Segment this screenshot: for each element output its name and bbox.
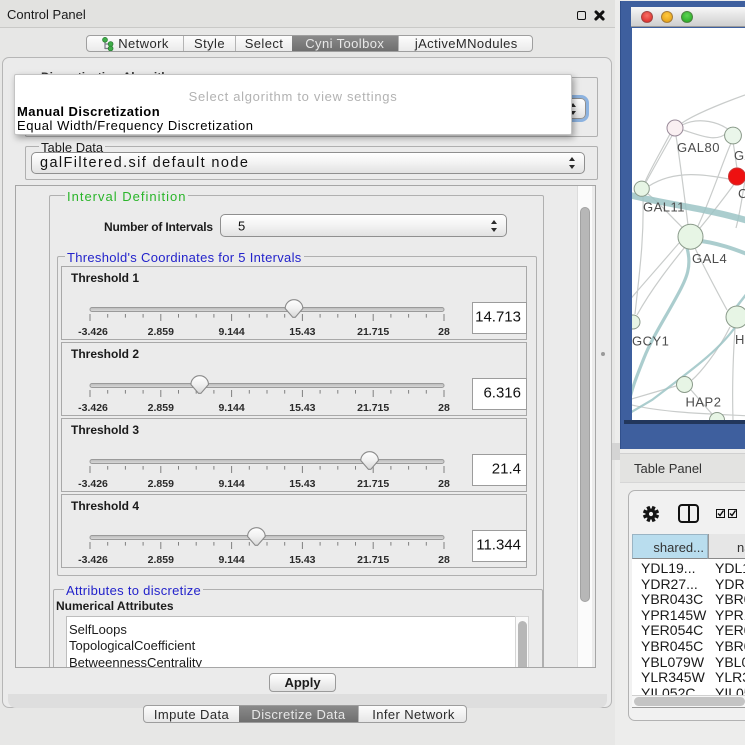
- svg-text:9.144: 9.144: [218, 478, 244, 490]
- svg-text:15.43: 15.43: [289, 402, 315, 414]
- svg-text:9.144: 9.144: [218, 554, 244, 566]
- svg-text:-3.426: -3.426: [78, 326, 108, 338]
- svg-text:HIS: HIS: [735, 332, 745, 347]
- svg-text:21.715: 21.715: [357, 402, 389, 414]
- svg-text:2.859: 2.859: [148, 478, 174, 490]
- svg-text:-3.426: -3.426: [78, 478, 108, 490]
- svg-text:28: 28: [438, 554, 450, 566]
- svg-text:15.43: 15.43: [289, 326, 315, 338]
- svg-text:9.144: 9.144: [218, 326, 244, 338]
- svg-text:-3.426: -3.426: [78, 554, 108, 566]
- svg-text:28: 28: [438, 326, 450, 338]
- svg-text:C: C: [738, 186, 745, 201]
- svg-text:GAL: GAL: [734, 148, 745, 163]
- svg-text:2.859: 2.859: [148, 554, 174, 566]
- svg-text:15.43: 15.43: [289, 478, 315, 490]
- svg-text:GCY1: GCY1: [632, 334, 669, 349]
- svg-text:-3.426: -3.426: [78, 402, 108, 414]
- svg-text:21.715: 21.715: [357, 326, 389, 338]
- svg-text:2.859: 2.859: [148, 402, 174, 414]
- svg-text:GAL11: GAL11: [643, 200, 685, 215]
- svg-text:2.859: 2.859: [148, 326, 174, 338]
- svg-text:GAL4: GAL4: [692, 251, 727, 266]
- svg-text:21.715: 21.715: [357, 554, 389, 566]
- svg-text:9.144: 9.144: [218, 402, 244, 414]
- svg-text:28: 28: [438, 478, 450, 490]
- svg-text:28: 28: [438, 402, 450, 414]
- svg-text:HAP2: HAP2: [686, 395, 722, 410]
- svg-text:21.715: 21.715: [357, 478, 389, 490]
- svg-text:15.43: 15.43: [289, 554, 315, 566]
- svg-text:GAL80: GAL80: [677, 140, 720, 155]
